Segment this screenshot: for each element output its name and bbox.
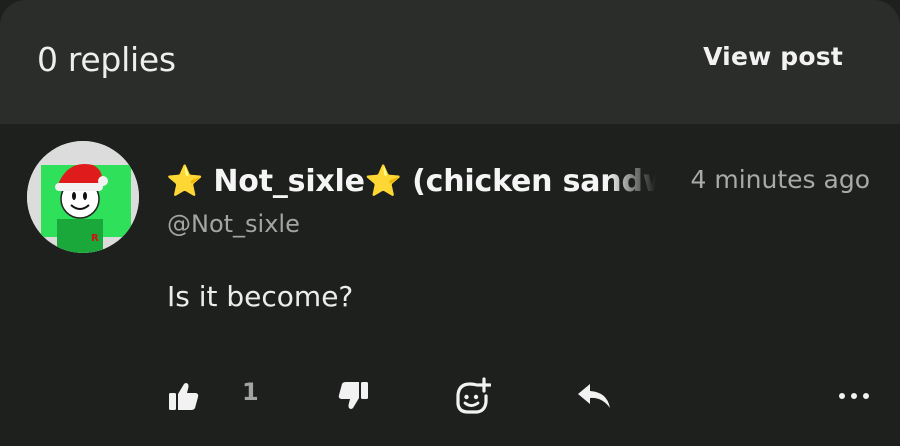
- thumbs-up-icon: [169, 383, 199, 410]
- like-count: 1: [242, 378, 259, 406]
- replies-sheet: 0 replies View post R ⭐ Not_sixle⭐ (chic…: [0, 0, 900, 446]
- author-handle[interactable]: @Not_sixle: [167, 210, 300, 238]
- replies-count: 0 replies: [37, 40, 176, 79]
- more-options-button[interactable]: [834, 376, 874, 416]
- avatar[interactable]: R: [27, 141, 139, 253]
- author-name-row[interactable]: ⭐ Not_sixle⭐ (chicken sandwich: [166, 160, 656, 204]
- comment-text: Is it become?: [167, 280, 354, 313]
- reply-icon: [578, 384, 610, 408]
- dislike-button[interactable]: [333, 376, 373, 416]
- reply-button[interactable]: [574, 376, 614, 416]
- like-button[interactable]: [164, 376, 204, 416]
- more-options-icon: [839, 393, 869, 399]
- add-reaction-button[interactable]: [452, 376, 492, 416]
- author-display-name[interactable]: ⭐ Not_sixle⭐ (chicken sandwich: [166, 164, 656, 199]
- comment-timestamp: 4 minutes ago: [690, 165, 870, 194]
- avatar-image: R: [27, 141, 139, 253]
- svg-text:R: R: [91, 233, 99, 244]
- replies-header: 0 replies View post: [0, 0, 900, 124]
- view-post-button[interactable]: View post: [703, 42, 843, 71]
- thumbs-down-icon: [338, 382, 368, 409]
- add-reaction-icon: [456, 377, 491, 414]
